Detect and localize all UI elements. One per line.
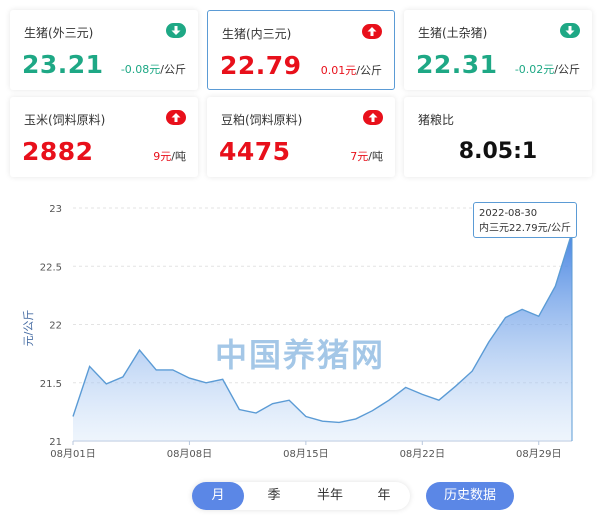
hog-grain-ratio-card[interactable]: 猪粮比 8.05:1: [404, 97, 592, 177]
down-arrow-icon: [166, 23, 186, 38]
card-name: 玉米(饲料原料): [24, 113, 106, 127]
card-name: 猪粮比: [418, 113, 455, 127]
card-price: 2882: [22, 137, 94, 166]
tab-year[interactable]: 年: [358, 482, 410, 510]
card-price: 22.79: [220, 51, 302, 80]
y-tick-label: 22.5: [40, 262, 62, 273]
change-unit: /吨: [368, 150, 383, 163]
price-card-doupo[interactable]: 豆粕(饲料原料) 4475 7元/吨: [207, 97, 395, 177]
x-tick-label: 08月01日: [50, 448, 95, 460]
y-tick-label: 21.5: [40, 379, 62, 390]
tab-month[interactable]: 月: [192, 482, 244, 510]
down-arrow-icon: [560, 23, 580, 38]
card-name: 生猪(土杂猪): [418, 26, 488, 40]
x-tick-label: 08月08日: [167, 448, 212, 460]
series-area: [73, 232, 572, 441]
card-change: -0.08元/公斤: [121, 61, 186, 77]
tooltip-date: 2022-08-30: [479, 208, 538, 219]
period-selector: 月 季 半年 年: [192, 482, 410, 510]
up-arrow-icon: [363, 110, 383, 125]
tab-quarter[interactable]: 季: [248, 482, 300, 510]
price-card-neisanyuan[interactable]: 生猪(内三元) 22.79 0.01元/公斤: [207, 10, 395, 90]
up-arrow-icon: [362, 24, 382, 39]
x-tick-label: 08月15日: [283, 448, 328, 460]
change-unit: /公斤: [554, 63, 580, 76]
card-name: 生猪(外三元): [24, 26, 94, 40]
change-value: -0.08元: [120, 63, 161, 76]
change-unit: /吨: [171, 150, 186, 163]
price-card-yumi[interactable]: 玉米(饲料原料) 2882 9元/吨: [10, 97, 198, 177]
change-unit: /公斤: [160, 63, 186, 76]
y-tick-label: 22: [49, 321, 62, 332]
card-change: 7元/吨: [350, 148, 383, 164]
change-value: -0.02元: [514, 63, 555, 76]
up-arrow-icon: [166, 110, 186, 125]
change-value: 0.01元: [320, 64, 357, 77]
card-name: 生猪(内三元): [222, 27, 292, 41]
y-tick-label: 23: [49, 204, 62, 215]
card-price: 23.21: [22, 50, 104, 79]
chart-tooltip: 2022-08-30 内三元22.79元/公斤: [473, 202, 577, 238]
y-axis-title: 元/公斤: [22, 310, 35, 347]
card-name: 豆粕(饲料原料): [221, 113, 303, 127]
x-tick-label: 08月29日: [516, 448, 561, 460]
y-axis: 23 22.5 22 21.5 21: [40, 204, 62, 448]
change-value: 9元: [153, 150, 172, 163]
change-value: 7元: [350, 150, 369, 163]
tab-half-year[interactable]: 半年: [302, 482, 358, 510]
y-tick-label: 21: [49, 437, 62, 448]
history-data-button[interactable]: 历史数据: [426, 482, 514, 510]
ratio-value: 8.05:1: [458, 139, 538, 164]
x-tick-label: 08月22日: [400, 448, 445, 460]
card-change: 9元/吨: [153, 148, 186, 164]
tooltip-value: 内三元22.79元/公斤: [479, 223, 571, 234]
x-axis: 08月01日 08月08日 08月15日 08月22日 08月29日: [50, 441, 561, 460]
card-price: 22.31: [416, 50, 498, 79]
card-change: 0.01元/公斤: [321, 62, 382, 78]
change-unit: /公斤: [356, 64, 382, 77]
price-card-waisanyuan[interactable]: 生猪(外三元) 23.21 -0.08元/公斤: [10, 10, 198, 90]
price-card-tuzazhu[interactable]: 生猪(土杂猪) 22.31 -0.02元/公斤: [404, 10, 592, 90]
card-change: -0.02元/公斤: [515, 61, 580, 77]
card-price: 4475: [219, 137, 291, 166]
